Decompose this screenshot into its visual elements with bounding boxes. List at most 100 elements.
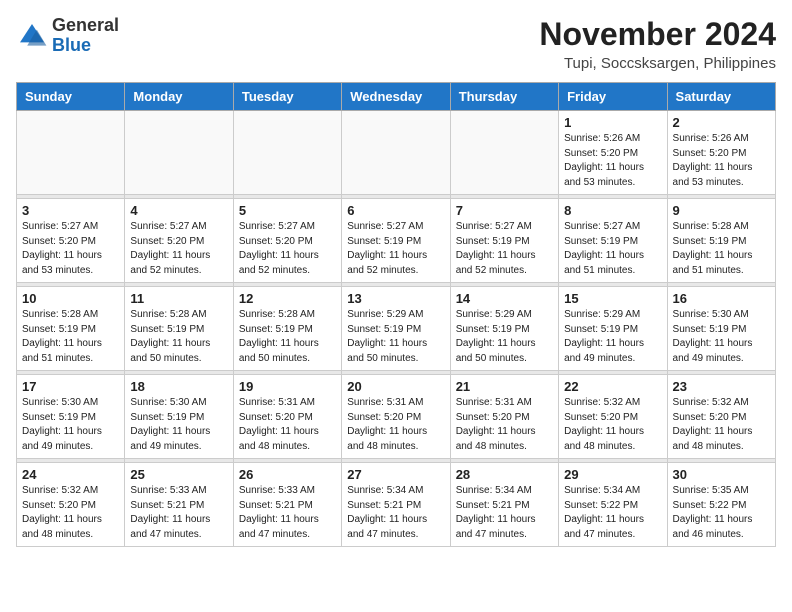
calendar-week-row-3: 10 Sunrise: 5:28 AM Sunset: 5:19 PM Dayli…	[17, 287, 776, 371]
calendar-week-row-1: 1 Sunrise: 5:26 AM Sunset: 5:20 PM Daylig…	[17, 111, 776, 195]
day-number: 20	[347, 379, 444, 394]
day-number: 10	[22, 291, 119, 306]
column-header-thursday: Thursday	[450, 83, 558, 111]
day-info: Sunrise: 5:28 AM Sunset: 5:19 PM Dayligh…	[22, 308, 119, 366]
day-info: Sunrise: 5:32 AM Sunset: 5:20 PM Dayligh…	[564, 396, 661, 454]
logo: General Blue	[16, 16, 119, 56]
day-number: 27	[347, 467, 444, 482]
day-info: Sunrise: 5:27 AM Sunset: 5:20 PM Dayligh…	[130, 220, 227, 278]
calendar-cell: 4Sunrise: 5:27 AM Sunset: 5:20 PM Daylig…	[125, 199, 233, 283]
day-info: Sunrise: 5:27 AM Sunset: 5:20 PM Dayligh…	[239, 220, 336, 278]
day-number: 16	[673, 291, 770, 306]
calendar-header-row: SundayMondayTuesdayWednesdayThursdayFrid…	[17, 83, 776, 111]
calendar-cell: 27 Sunrise: 5:34 AM Sunset: 5:21 PM Dayli…	[342, 463, 450, 547]
page-header: General Blue November 2024 Tupi, Soccsks…	[16, 16, 776, 72]
calendar-cell: 18 Sunrise: 5:30 AM Sunset: 5:19 PM Dayli…	[125, 375, 233, 459]
day-info: Sunrise: 5:33 AM Sunset: 5:21 PM Dayligh…	[130, 484, 227, 542]
day-info: Sunrise: 5:28 AM Sunset: 5:19 PM Dayligh…	[130, 308, 227, 366]
calendar-cell	[450, 111, 558, 195]
day-info: Sunrise: 5:26 AM Sunset: 5:20 PM Dayligh…	[673, 132, 770, 190]
calendar-cell: 23Sunrise: 5:32 AM Sunset: 5:20 PM Dayli…	[667, 375, 775, 459]
day-number: 6	[347, 203, 444, 218]
calendar-week-row-5: 24 Sunrise: 5:32 AM Sunset: 5:20 PM Dayli…	[17, 463, 776, 547]
day-number: 13	[347, 291, 444, 306]
day-number: 7	[456, 203, 553, 218]
location-title: Tupi, Soccsksargen, Philippines	[539, 55, 776, 72]
day-info: Sunrise: 5:32 AM Sunset: 5:20 PM Dayligh…	[22, 484, 119, 542]
calendar-cell: 20 Sunrise: 5:31 AM Sunset: 5:20 PM Dayli…	[342, 375, 450, 459]
calendar-cell: 10 Sunrise: 5:28 AM Sunset: 5:19 PM Dayli…	[17, 287, 125, 371]
calendar-cell: 6 Sunrise: 5:27 AM Sunset: 5:19 PM Daylig…	[342, 199, 450, 283]
day-number: 21	[456, 379, 553, 394]
day-number: 14	[456, 291, 553, 306]
column-header-monday: Monday	[125, 83, 233, 111]
day-number: 22	[564, 379, 661, 394]
day-number: 8	[564, 203, 661, 218]
column-header-tuesday: Tuesday	[233, 83, 341, 111]
day-info: Sunrise: 5:33 AM Sunset: 5:21 PM Dayligh…	[239, 484, 336, 542]
calendar-cell: 11 Sunrise: 5:28 AM Sunset: 5:19 PM Dayli…	[125, 287, 233, 371]
calendar-cell: 12Sunrise: 5:28 AM Sunset: 5:19 PM Dayli…	[233, 287, 341, 371]
day-number: 25	[130, 467, 227, 482]
day-info: Sunrise: 5:29 AM Sunset: 5:19 PM Dayligh…	[456, 308, 553, 366]
day-info: Sunrise: 5:31 AM Sunset: 5:20 PM Dayligh…	[456, 396, 553, 454]
day-number: 5	[239, 203, 336, 218]
day-number: 26	[239, 467, 336, 482]
day-info: Sunrise: 5:28 AM Sunset: 5:19 PM Dayligh…	[673, 220, 770, 278]
logo-blue-text: Blue	[52, 35, 91, 55]
day-number: 30	[673, 467, 770, 482]
day-number: 12	[239, 291, 336, 306]
calendar-cell	[125, 111, 233, 195]
calendar-cell: 15 Sunrise: 5:29 AM Sunset: 5:19 PM Dayli…	[559, 287, 667, 371]
day-number: 17	[22, 379, 119, 394]
calendar-cell: 24 Sunrise: 5:32 AM Sunset: 5:20 PM Dayli…	[17, 463, 125, 547]
day-number: 24	[22, 467, 119, 482]
calendar-cell: 8 Sunrise: 5:27 AM Sunset: 5:19 PM Daylig…	[559, 199, 667, 283]
day-info: Sunrise: 5:31 AM Sunset: 5:20 PM Dayligh…	[347, 396, 444, 454]
logo-general-text: General	[52, 15, 119, 35]
calendar-cell: 2 Sunrise: 5:26 AM Sunset: 5:20 PM Daylig…	[667, 111, 775, 195]
day-number: 1	[564, 115, 661, 130]
day-number: 15	[564, 291, 661, 306]
day-info: Sunrise: 5:29 AM Sunset: 5:19 PM Dayligh…	[564, 308, 661, 366]
day-info: Sunrise: 5:32 AM Sunset: 5:20 PM Dayligh…	[673, 396, 770, 454]
calendar-cell: 19 Sunrise: 5:31 AM Sunset: 5:20 PM Dayli…	[233, 375, 341, 459]
day-info: Sunrise: 5:27 AM Sunset: 5:19 PM Dayligh…	[347, 220, 444, 278]
day-number: 3	[22, 203, 119, 218]
day-info: Sunrise: 5:29 AM Sunset: 5:19 PM Dayligh…	[347, 308, 444, 366]
calendar-cell: 28Sunrise: 5:34 AM Sunset: 5:21 PM Dayli…	[450, 463, 558, 547]
calendar-cell: 26 Sunrise: 5:33 AM Sunset: 5:21 PM Dayli…	[233, 463, 341, 547]
calendar-cell: 1Sunrise: 5:26 AM Sunset: 5:20 PM Daylig…	[559, 111, 667, 195]
day-number: 29	[564, 467, 661, 482]
calendar-cell: 16Sunrise: 5:30 AM Sunset: 5:19 PM Dayli…	[667, 287, 775, 371]
day-info: Sunrise: 5:31 AM Sunset: 5:20 PM Dayligh…	[239, 396, 336, 454]
calendar-cell: 5 Sunrise: 5:27 AM Sunset: 5:20 PM Daylig…	[233, 199, 341, 283]
calendar-week-row-4: 17 Sunrise: 5:30 AM Sunset: 5:19 PM Dayli…	[17, 375, 776, 459]
day-number: 2	[673, 115, 770, 130]
column-header-sunday: Sunday	[17, 83, 125, 111]
calendar-cell: 22 Sunrise: 5:32 AM Sunset: 5:20 PM Dayli…	[559, 375, 667, 459]
calendar-cell: 30Sunrise: 5:35 AM Sunset: 5:22 PM Dayli…	[667, 463, 775, 547]
day-info: Sunrise: 5:30 AM Sunset: 5:19 PM Dayligh…	[130, 396, 227, 454]
day-number: 28	[456, 467, 553, 482]
month-title: November 2024	[539, 16, 776, 53]
column-header-friday: Friday	[559, 83, 667, 111]
calendar-cell: 25 Sunrise: 5:33 AM Sunset: 5:21 PM Dayli…	[125, 463, 233, 547]
calendar-week-row-2: 3 Sunrise: 5:27 AM Sunset: 5:20 PM Daylig…	[17, 199, 776, 283]
day-number: 19	[239, 379, 336, 394]
calendar-cell: 7 Sunrise: 5:27 AM Sunset: 5:19 PM Daylig…	[450, 199, 558, 283]
day-info: Sunrise: 5:27 AM Sunset: 5:19 PM Dayligh…	[564, 220, 661, 278]
calendar-cell: 13 Sunrise: 5:29 AM Sunset: 5:19 PM Dayli…	[342, 287, 450, 371]
calendar-cell: 17 Sunrise: 5:30 AM Sunset: 5:19 PM Dayli…	[17, 375, 125, 459]
day-info: Sunrise: 5:30 AM Sunset: 5:19 PM Dayligh…	[22, 396, 119, 454]
calendar-cell: 14 Sunrise: 5:29 AM Sunset: 5:19 PM Dayli…	[450, 287, 558, 371]
day-number: 11	[130, 291, 227, 306]
day-info: Sunrise: 5:27 AM Sunset: 5:19 PM Dayligh…	[456, 220, 553, 278]
calendar-cell	[17, 111, 125, 195]
day-info: Sunrise: 5:34 AM Sunset: 5:21 PM Dayligh…	[347, 484, 444, 542]
calendar-table: SundayMondayTuesdayWednesdayThursdayFrid…	[16, 82, 776, 547]
title-block: November 2024 Tupi, Soccsksargen, Philip…	[539, 16, 776, 72]
day-number: 18	[130, 379, 227, 394]
calendar-cell: 29Sunrise: 5:34 AM Sunset: 5:22 PM Dayli…	[559, 463, 667, 547]
calendar-cell	[233, 111, 341, 195]
